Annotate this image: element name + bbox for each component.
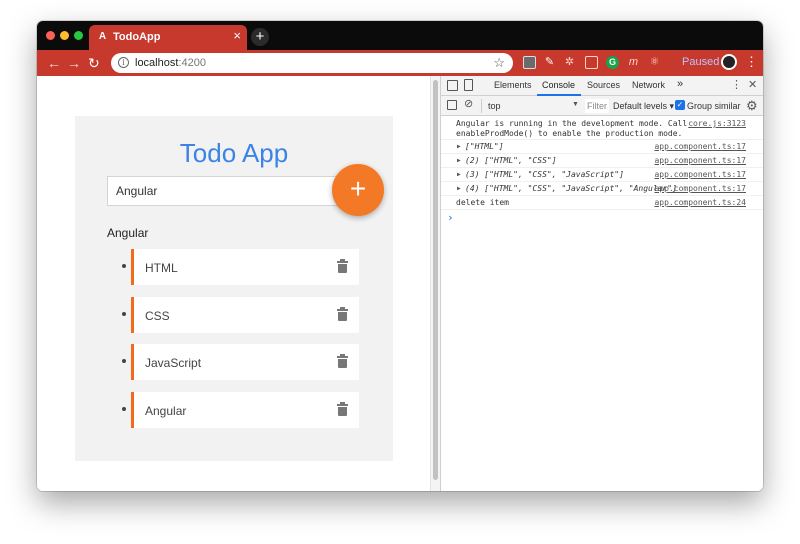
page-title: Todo App [179, 138, 289, 168]
bullet-icon [122, 407, 126, 411]
inspect-element-icon[interactable] [447, 80, 458, 91]
console-message: Angular is running in the development mo… [441, 117, 763, 140]
maximize-window-button[interactable] [74, 31, 83, 40]
log-source-link[interactable]: app.component.ts:17 [654, 184, 746, 194]
filter-input[interactable]: Filter [585, 99, 609, 113]
info-icon[interactable]: i [118, 57, 129, 68]
extension-icon[interactable] [523, 56, 536, 69]
tab-title: TodoApp [113, 31, 161, 43]
log-source-link[interactable]: app.component.ts:17 [654, 170, 746, 180]
url-text: localhost:4200 [135, 57, 206, 69]
expand-arrow-icon[interactable]: ▶ [457, 156, 461, 166]
log-text: (3) ["HTML", "CSS", "JavaScript"] [465, 170, 624, 179]
bullet-icon [122, 312, 126, 316]
context-select[interactable]: top [488, 101, 501, 111]
expand-arrow-icon[interactable]: ▶ [457, 170, 461, 180]
group-similar-label: Group similar [687, 101, 741, 111]
pen-extension-icon[interactable]: ✎ [543, 56, 556, 69]
page-viewport: Todo App + Angular HTML CSS JavaScript [37, 76, 430, 491]
devtools-menu-icon[interactable]: ⋮ [731, 79, 742, 92]
todo-item: HTML [122, 249, 359, 285]
tab-console[interactable]: Console [542, 80, 575, 90]
log-text: (2) ["HTML", "CSS"] [465, 156, 557, 165]
todo-item-label: JavaScript [145, 356, 202, 370]
bullet-icon [122, 264, 126, 268]
log-text: delete item [456, 198, 509, 207]
todo-item: Angular [122, 392, 359, 428]
log-text: (4) ["HTML", "CSS", "JavaScript", "Angul… [465, 184, 677, 193]
gear-icon[interactable]: ⚙ [746, 98, 758, 114]
browser-tab[interactable]: A TodoApp × [89, 25, 247, 50]
new-tab-button[interactable]: + [251, 28, 269, 46]
window-extension-icon[interactable] [585, 56, 598, 69]
toolbar-divider [481, 99, 482, 113]
trash-icon[interactable] [337, 307, 348, 321]
close-devtools-icon[interactable]: ✕ [748, 79, 757, 92]
todo-item-label: HTML [145, 261, 178, 275]
chevron-down-icon[interactable]: ▼ [572, 101, 579, 108]
bullet-icon [122, 359, 126, 363]
todo-input[interactable] [107, 176, 341, 206]
expand-arrow-icon[interactable]: ▶ [457, 184, 461, 194]
browser-menu-icon[interactable]: ⋮ [745, 54, 758, 70]
expand-arrow-icon[interactable]: ▶ [457, 142, 461, 152]
minimize-window-button[interactable] [60, 31, 69, 40]
add-todo-button[interactable]: + [332, 164, 384, 216]
console-message[interactable]: ▶ ["HTML"] app.component.ts:17 [441, 140, 763, 154]
bookmark-star-icon[interactable]: ☆ [493, 55, 505, 71]
profile-status[interactable]: Paused [682, 56, 719, 68]
gear-extension-icon[interactable]: ✲ [563, 56, 576, 69]
page-scrollbar[interactable] [430, 76, 440, 491]
browser-window: A TodoApp × + ← → ↻ i localhost:4200 ☆ ✎… [37, 21, 763, 491]
todo-item-label: CSS [145, 309, 170, 323]
angular-icon: A [98, 31, 107, 42]
content-area: Todo App + Angular HTML CSS JavaScript [37, 76, 763, 491]
log-source-link[interactable]: app.component.ts:17 [654, 142, 746, 152]
console-message[interactable]: ▶ (2) ["HTML", "CSS"] app.component.ts:1… [441, 154, 763, 168]
back-icon[interactable]: ← [47, 54, 61, 72]
address-bar[interactable]: i localhost:4200 ☆ [111, 53, 513, 73]
m-extension-icon[interactable]: m [627, 56, 640, 69]
devtools-tabbar: Elements Console Sources Network » ⋮ ✕ [441, 76, 763, 96]
browser-toolbar: ← → ↻ i localhost:4200 ☆ ✎ ✲ G m ⚛ Pause… [37, 50, 763, 76]
log-source-link[interactable]: core.js:3123 [688, 119, 746, 129]
todo-item-label: Angular [145, 404, 187, 418]
console-message: delete item app.component.ts:24 [441, 196, 763, 210]
trash-icon[interactable] [337, 354, 348, 368]
react-extension-icon[interactable]: ⚛ [648, 56, 661, 69]
tab-sources[interactable]: Sources [587, 80, 620, 90]
console-message[interactable]: ▶ (4) ["HTML", "CSS", "JavaScript", "Ang… [441, 182, 763, 196]
clear-console-icon[interactable]: ⊘ [464, 98, 473, 111]
grammarly-icon[interactable]: G [606, 56, 619, 69]
scrollbar-thumb[interactable] [433, 80, 438, 480]
trash-icon[interactable] [337, 259, 348, 273]
current-todo-label: Angular [107, 226, 149, 240]
forward-icon[interactable]: → [67, 54, 81, 72]
log-text: ["HTML"] [465, 142, 504, 151]
console-message[interactable]: ▶ (3) ["HTML", "CSS", "JavaScript"] app.… [441, 168, 763, 182]
log-text: Angular is running in the development mo… [456, 119, 688, 138]
trash-icon[interactable] [337, 402, 348, 416]
devtools-panel: Elements Console Sources Network » ⋮ ✕ ⊘… [440, 76, 763, 491]
todo-item: CSS [122, 297, 359, 333]
log-levels-select[interactable]: Default levels ▾ [613, 101, 674, 112]
show-sidebar-icon[interactable] [447, 100, 457, 110]
log-source-link[interactable]: app.component.ts:24 [654, 198, 746, 208]
more-tabs-icon[interactable]: » [677, 78, 683, 90]
close-window-button[interactable] [46, 31, 55, 40]
device-toolbar-icon[interactable] [464, 79, 473, 91]
avatar[interactable] [721, 54, 737, 70]
console-prompt-icon[interactable]: › [447, 211, 454, 224]
reload-icon[interactable]: ↻ [88, 54, 100, 72]
log-source-link[interactable]: app.component.ts:17 [654, 156, 746, 166]
group-similar-checkbox[interactable]: ✓ [675, 100, 685, 110]
todo-card: Todo App + Angular HTML CSS JavaScript [75, 116, 393, 461]
console-toolbar: ⊘ top ▼ Filter Default levels ▾ ✓ Group … [441, 96, 763, 116]
tab-strip: A TodoApp × + [37, 21, 763, 50]
todo-item: JavaScript [122, 344, 359, 380]
tab-elements[interactable]: Elements [494, 80, 532, 90]
tab-network[interactable]: Network [632, 80, 665, 90]
close-tab-icon[interactable]: × [233, 29, 241, 43]
